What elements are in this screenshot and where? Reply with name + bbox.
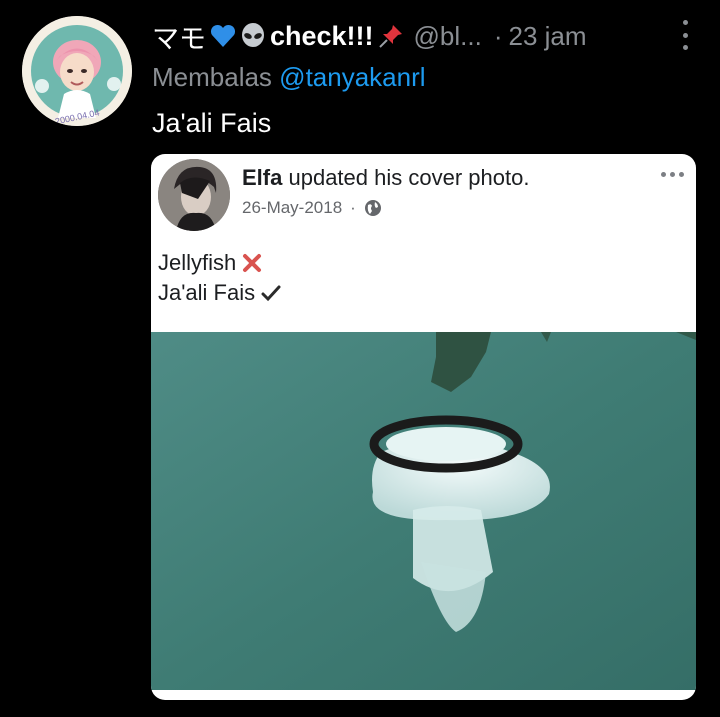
more-options-icon[interactable]: [680, 20, 690, 50]
post-line-1: Jellyfish: [158, 250, 237, 275]
post-author-avatar: [158, 159, 230, 231]
post-photo: [151, 332, 696, 690]
profile-avatar[interactable]: 2000.04.04: [22, 16, 132, 126]
post-meta-separator: ·: [350, 198, 356, 217]
post-date: 26-May-2018: [242, 198, 343, 217]
author-name[interactable]: マモ check!!!: [152, 17, 404, 56]
reply-context: Membalas @tanyakanrl: [152, 62, 426, 93]
cross-mark-icon: [243, 254, 262, 272]
reply-mention-link[interactable]: @tanyakanrl: [279, 62, 425, 92]
post-text: Jellyfish Ja'ali Fais: [158, 248, 281, 308]
author-name-prefix: マモ: [152, 23, 206, 54]
post-action-text: updated his cover photo.: [288, 165, 530, 190]
post-more-options-icon: [661, 172, 684, 177]
post-header-text: Elfa updated his cover photo.: [242, 165, 529, 191]
separator-dot: ·: [493, 20, 503, 51]
blue-heart-icon: [210, 24, 236, 48]
pushpin-icon: [378, 23, 404, 49]
alien-icon: [240, 23, 266, 49]
author-handle[interactable]: @bl...: [414, 21, 482, 52]
globe-icon: [364, 199, 382, 217]
post-line-2: Ja'ali Fais: [158, 280, 256, 305]
tweet-text: Ja'ali Fais: [152, 108, 272, 138]
check-mark-icon: [261, 285, 281, 302]
tweet-header: マモ check!!! @bl... · 23 jam: [152, 14, 702, 58]
reply-label: Membalas: [152, 62, 272, 92]
attached-image-card[interactable]: Elfa updated his cover photo. 26-May-201…: [151, 154, 696, 700]
tweet-time[interactable]: 23 jam: [509, 21, 587, 52]
author-name-suffix: check!!!: [270, 20, 374, 51]
post-meta: 26-May-2018 ·: [242, 198, 382, 218]
post-author-name: Elfa: [242, 165, 283, 190]
